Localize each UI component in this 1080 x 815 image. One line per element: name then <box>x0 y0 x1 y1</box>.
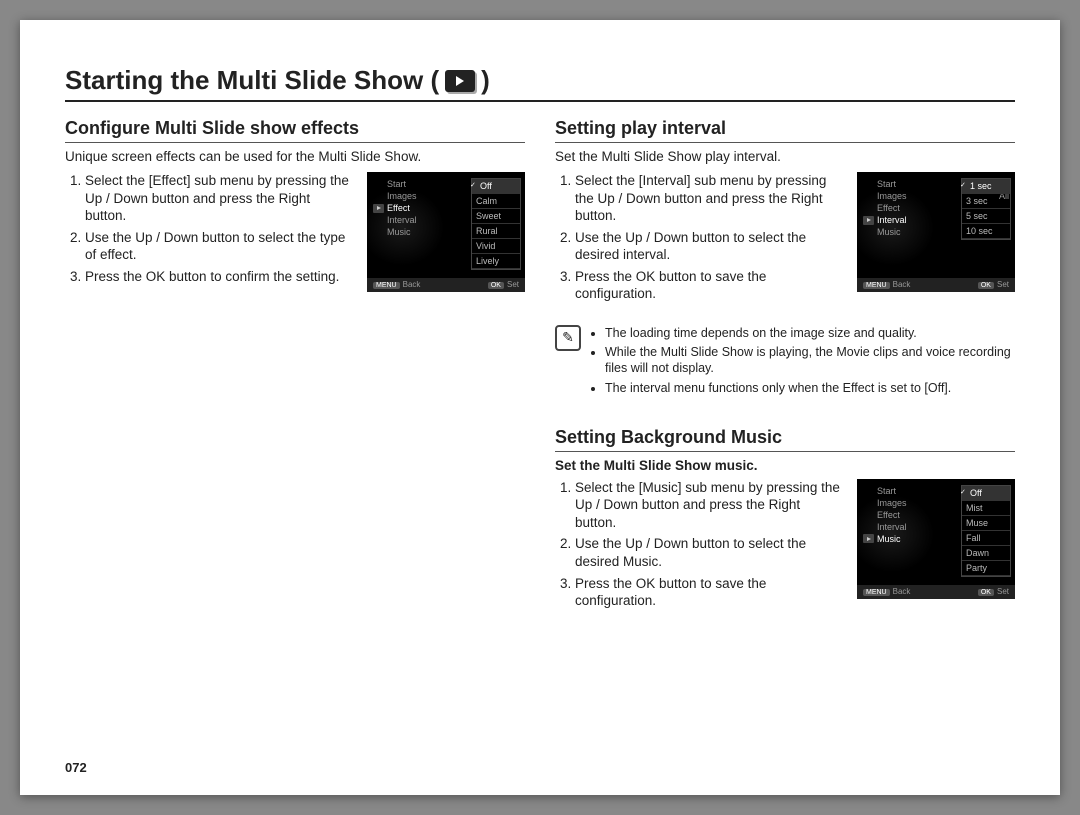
play-icon <box>445 70 475 92</box>
title-text: Starting the Multi Slide Show ( <box>65 65 439 96</box>
list-item: While the Multi Slide Show is playing, t… <box>605 344 1015 377</box>
effect-menu-screenshot: StartImagesEffectIntervalMusicOffCalmSwe… <box>367 172 525 292</box>
left-heading: Configure Multi Slide show effects <box>65 118 525 143</box>
left-steps: Select the [Effect] sub menu by pressing… <box>65 172 355 289</box>
page-title: Starting the Multi Slide Show ( ) <box>65 65 1015 102</box>
list-item: Use the Up / Down button to select the d… <box>575 535 845 570</box>
list-item: Press the OK button to confirm the setti… <box>85 268 355 286</box>
list-item: Press the OK button to save the configur… <box>575 268 845 303</box>
right-column: Setting play interval Set the Multi Slid… <box>555 116 1015 614</box>
note-icon: ✎ <box>555 325 581 351</box>
music-intro: Set the Multi Slide Show music. <box>555 458 1015 473</box>
page-number: 072 <box>65 760 87 775</box>
list-item: Select the [Interval] sub menu by pressi… <box>575 172 845 225</box>
music-section: Setting Background Music Set the Multi S… <box>555 427 1015 614</box>
music-steps: Select the [Music] sub menu by pressing … <box>555 479 845 614</box>
list-item: The loading time depends on the image si… <box>605 325 1015 341</box>
list-item: Select the [Effect] sub menu by pressing… <box>85 172 355 225</box>
left-column: Configure Multi Slide show effects Uniqu… <box>65 116 525 614</box>
list-item: Use the Up / Down button to select the d… <box>575 229 845 264</box>
music-heading: Setting Background Music <box>555 427 1015 452</box>
note-block: ✎ The loading time depends on the image … <box>555 325 1015 399</box>
title-close: ) <box>481 65 490 96</box>
interval-menu-screenshot: StartImagesAllEffectIntervalMusic1 sec3 … <box>857 172 1015 292</box>
left-intro: Unique screen effects can be used for th… <box>65 149 525 164</box>
interval-heading: Setting play interval <box>555 118 1015 143</box>
list-item: The interval menu functions only when th… <box>605 380 1015 396</box>
note-list: The loading time depends on the image si… <box>591 325 1015 399</box>
music-menu-screenshot: StartImagesEffectIntervalMusicOffMistMus… <box>857 479 1015 599</box>
list-item: Press the OK button to save the configur… <box>575 575 845 610</box>
interval-intro: Set the Multi Slide Show play interval. <box>555 149 1015 164</box>
list-item: Select the [Music] sub menu by pressing … <box>575 479 845 532</box>
interval-steps: Select the [Interval] sub menu by pressi… <box>555 172 845 307</box>
list-item: Use the Up / Down button to select the t… <box>85 229 355 264</box>
manual-page: Starting the Multi Slide Show ( ) Config… <box>20 20 1060 795</box>
